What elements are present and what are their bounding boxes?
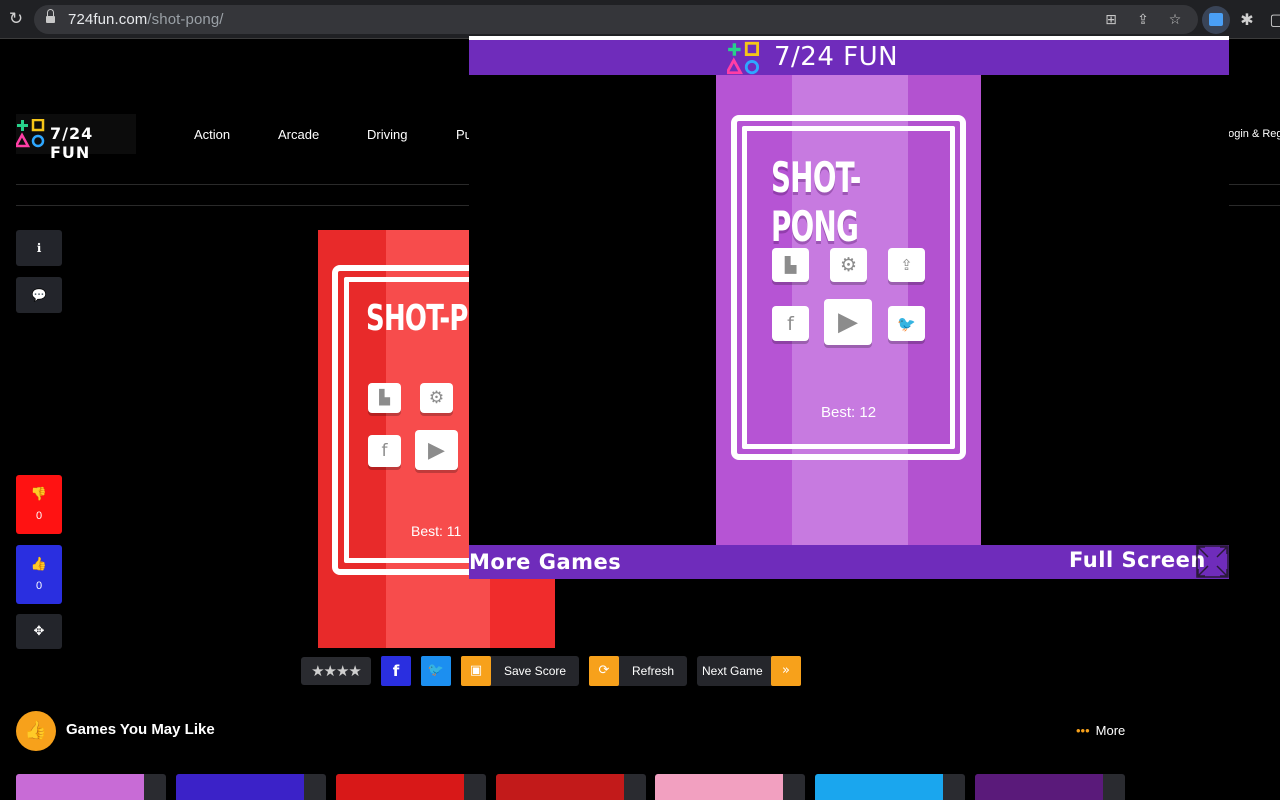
- logo-text: 7/24 FUN: [50, 124, 94, 162]
- side-panel-icon[interactable]: ▢: [1266, 9, 1280, 31]
- comments-button[interactable]: 💬: [16, 277, 62, 313]
- refresh-label: Refresh: [632, 664, 675, 678]
- more-label: More: [1095, 723, 1126, 738]
- next-game-button[interactable]: Next Game »: [697, 656, 801, 686]
- reload-icon[interactable]: ↻: [6, 9, 26, 29]
- modal-logo-text: 7/24 FUN: [774, 42, 899, 72]
- double-chevron-right-icon: »: [771, 656, 801, 686]
- twitter-icon[interactable]: 🐦: [888, 306, 925, 341]
- rating-stars[interactable]: ★★★★: [301, 657, 371, 685]
- facebook-share-button[interactable]: f: [381, 656, 411, 686]
- game-card[interactable]: [496, 774, 646, 800]
- info-icon: ℹ: [36, 241, 42, 255]
- next-game-label: Next Game: [702, 664, 763, 678]
- expand-icon: ✥: [33, 624, 45, 639]
- facebook-icon: f: [392, 662, 400, 680]
- url-domain: 724fun.com: [68, 11, 148, 28]
- modal-footer: More Games Full Screen: [469, 545, 1229, 579]
- bookmark-star-icon[interactable]: ☆: [1166, 11, 1184, 29]
- save-score-label: Save Score: [504, 664, 567, 678]
- comment-icon: 💬: [31, 288, 47, 302]
- refresh-icon: ⟳: [589, 656, 619, 686]
- dots-icon: •••: [1076, 723, 1090, 738]
- settings-gear-icon[interactable]: ⚙: [830, 248, 867, 282]
- fullscreen-button[interactable]: ✥: [16, 614, 62, 649]
- active-extension-icon[interactable]: [1202, 6, 1230, 34]
- dislike-button[interactable]: 👎 0: [16, 475, 62, 534]
- address-bar[interactable]: 724fun.com/shot-pong/ ⊞ ⇪ ☆: [34, 5, 1198, 34]
- extensions-puzzle-icon[interactable]: ✱: [1236, 9, 1258, 31]
- modal-header: 7/24 FUN: [469, 40, 1229, 75]
- facebook-icon[interactable]: f: [772, 306, 809, 341]
- share-icon[interactable]: ⇪: [1134, 11, 1152, 29]
- save-icon: ▣: [461, 656, 491, 686]
- like-button[interactable]: 👍 0: [16, 545, 62, 604]
- like-count: 0: [35, 580, 43, 592]
- game-canvas[interactable]: SHOT-PONG ▙ ⚙ ⇪ f ▶ 🐦 Best: 12: [716, 75, 981, 545]
- thumbs-down-icon: 👎: [30, 487, 48, 502]
- game-card[interactable]: [336, 774, 486, 800]
- full-screen-link[interactable]: Full Screen: [1069, 548, 1206, 572]
- refresh-button[interactable]: ⟳ Refresh: [589, 656, 687, 686]
- play-icon[interactable]: ▶: [824, 299, 872, 345]
- nav-driving[interactable]: Driving: [367, 127, 407, 142]
- lock-icon: [46, 9, 55, 24]
- site-logo[interactable]: 7/24 FUN: [16, 114, 136, 162]
- thumbs-up-icon: 👍: [16, 711, 56, 751]
- more-games-button[interactable]: ••• More: [1076, 723, 1125, 738]
- play-icon[interactable]: ▶: [415, 430, 458, 470]
- game-card[interactable]: [16, 774, 166, 800]
- leaderboard-icon[interactable]: ▙: [772, 248, 809, 282]
- game-card[interactable]: [655, 774, 805, 800]
- best-score: Best: 12: [821, 404, 877, 421]
- login-register-link[interactable]: Login & Reg: [1222, 128, 1280, 140]
- logo-shapes-icon: [727, 41, 760, 75]
- dislike-count: 0: [35, 510, 43, 522]
- url-path: /shot-pong/: [147, 11, 224, 28]
- best-score: Best: 11: [411, 523, 462, 539]
- browser-toolbar: ↻ 724fun.com/shot-pong/ ⊞ ⇪ ☆ ✱ ▢: [0, 0, 1280, 39]
- facebook-icon[interactable]: f: [368, 435, 401, 467]
- url-text[interactable]: 724fun.com/shot-pong/: [68, 11, 224, 28]
- game-title: SHOT-PONG: [771, 153, 861, 251]
- info-button[interactable]: ℹ: [16, 230, 62, 266]
- nav-arcade[interactable]: Arcade: [278, 127, 319, 142]
- translate-icon[interactable]: ⊞: [1102, 11, 1120, 29]
- share-upload-icon[interactable]: ⇪: [888, 248, 925, 282]
- nav-action[interactable]: Action: [194, 127, 230, 142]
- full-screen-arrows-icon[interactable]: [1196, 545, 1229, 578]
- game-card[interactable]: [815, 774, 965, 800]
- more-games-link[interactable]: More Games: [469, 550, 621, 574]
- save-score-button[interactable]: ▣ Save Score: [461, 656, 579, 686]
- twitter-share-button[interactable]: 🐦: [421, 656, 451, 686]
- game-card[interactable]: [975, 774, 1125, 800]
- section-title: Games You May Like: [66, 721, 215, 738]
- thumbs-up-icon: 👍: [30, 557, 48, 572]
- game-card[interactable]: [176, 774, 326, 800]
- twitter-icon: 🐦: [427, 663, 445, 678]
- settings-gear-icon[interactable]: ⚙: [420, 383, 453, 413]
- logo-shapes-icon: [16, 119, 45, 148]
- leaderboard-icon[interactable]: ▙: [368, 383, 401, 413]
